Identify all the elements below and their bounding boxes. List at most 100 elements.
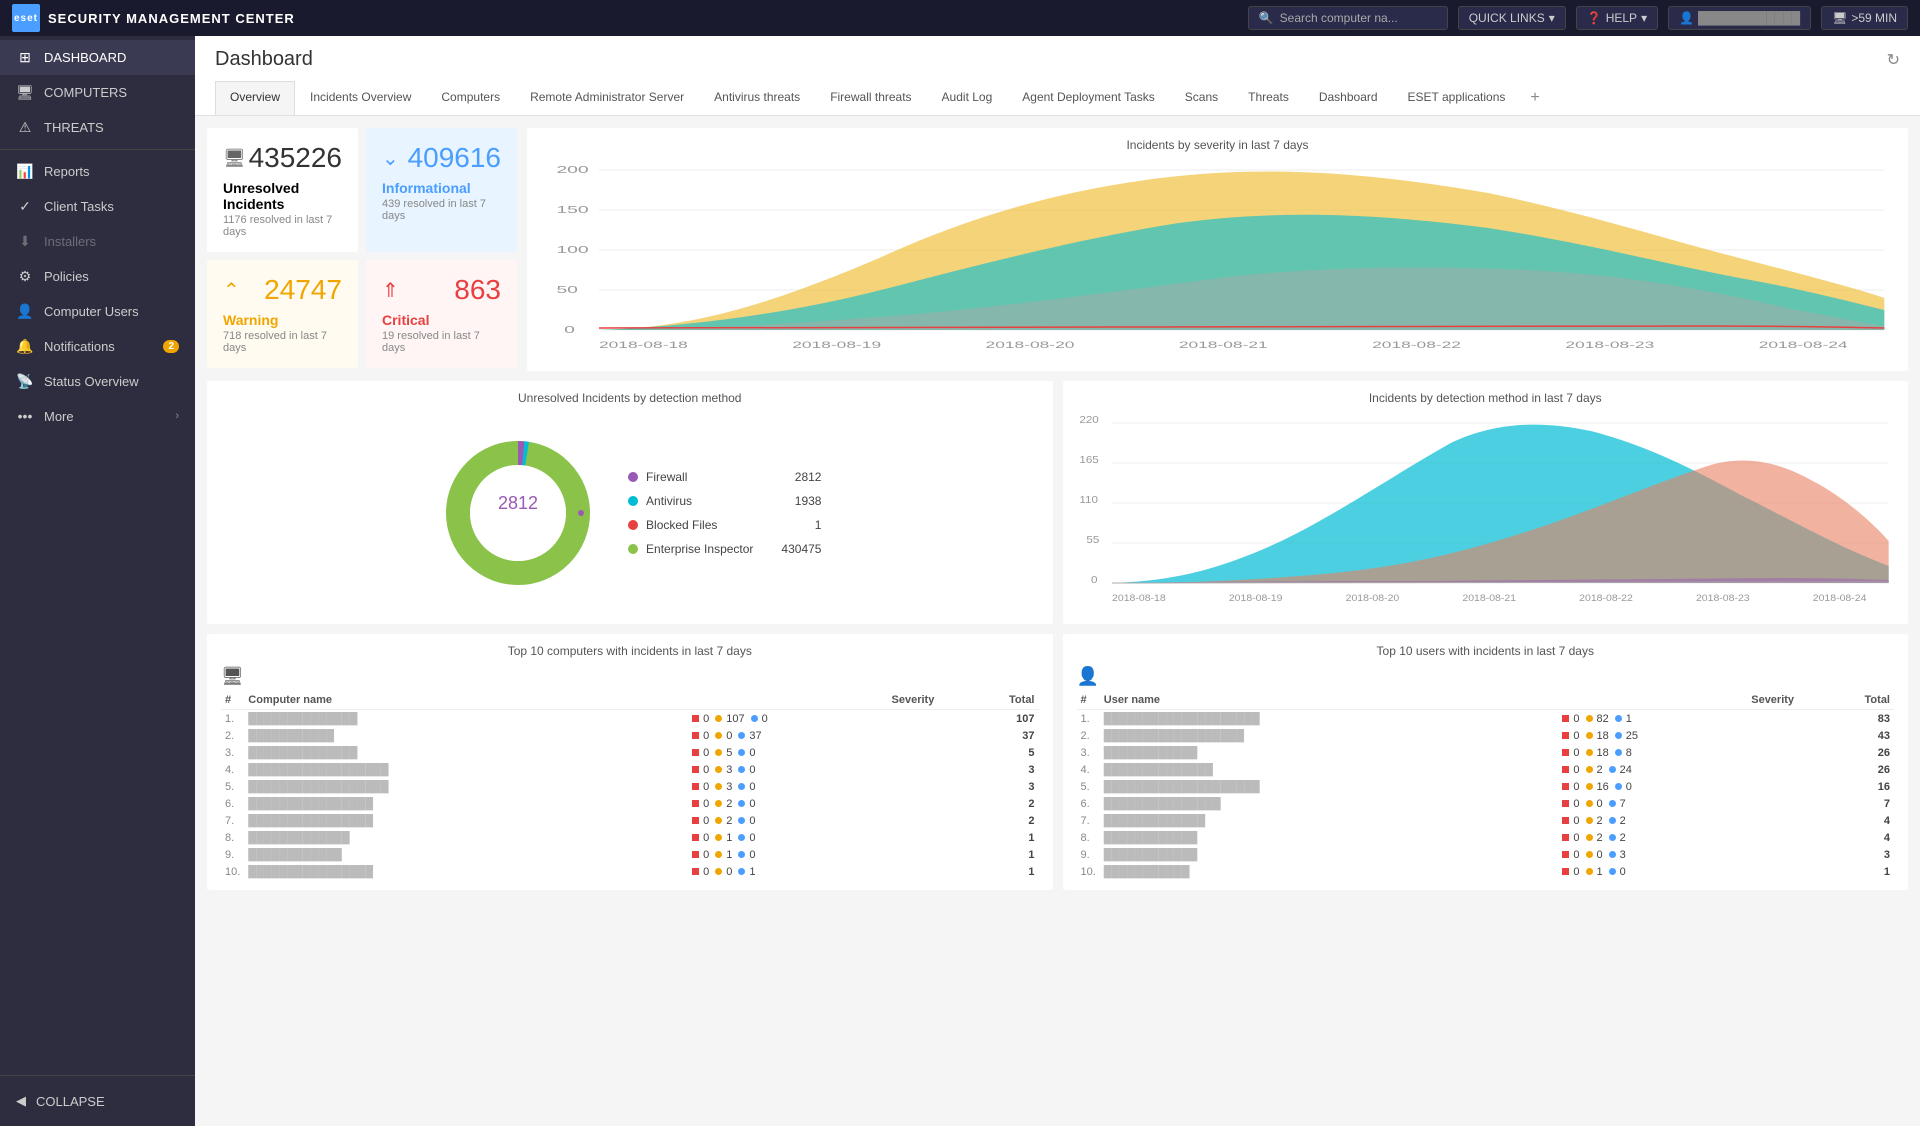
- page-title: Dashboard: [215, 48, 313, 71]
- top-users-panel: Top 10 users with incidents in last 7 da…: [1063, 634, 1909, 890]
- enterprise-inspector-count: 430475: [761, 542, 821, 556]
- sidebar-item-dashboard[interactable]: ⊞ DASHBOARD: [0, 40, 195, 75]
- dashboard-header: Dashboard ↻ Overview Incidents Overview …: [195, 36, 1920, 116]
- user-name: █████████████: [1100, 812, 1559, 829]
- tab-dashboard2[interactable]: Dashboard: [1304, 81, 1393, 115]
- user-name: ████████████: [1100, 829, 1559, 846]
- tab-computers[interactable]: Computers: [426, 81, 515, 115]
- unresolved-label: Unresolved Incidents: [223, 180, 342, 212]
- critical-sublabel: 19 resolved in last 7 days: [382, 330, 501, 354]
- refresh-button[interactable]: ↻: [1887, 50, 1900, 70]
- svg-text:165: 165: [1079, 455, 1098, 466]
- sidebar-item-policies[interactable]: ⚙ Policies: [0, 259, 195, 294]
- tab-incidents-overview[interactable]: Incidents Overview: [295, 81, 426, 115]
- search-box[interactable]: 🔍 Search computer na...: [1248, 6, 1448, 30]
- table-row: 9. ████████████ 0 0 3 3: [1077, 846, 1895, 863]
- tab-antivirus[interactable]: Antivirus threats: [699, 81, 815, 115]
- sidebar-item-client-tasks[interactable]: ✓ Client Tasks: [0, 189, 195, 224]
- severity-cell: 0 18 25: [1558, 727, 1798, 744]
- more-icon: •••: [16, 408, 34, 424]
- computer-table-icon: 🖥: [221, 666, 244, 687]
- tab-agent-deployment[interactable]: Agent Deployment Tasks: [1007, 81, 1170, 115]
- col-num: #: [221, 691, 244, 710]
- svg-text:2018-08-23: 2018-08-23: [1695, 594, 1749, 604]
- total-cell: 43: [1798, 727, 1894, 744]
- computer-name: ███████████: [244, 727, 688, 744]
- table-row: 7. ████████████████ 0 2 0 2: [221, 812, 1039, 829]
- quick-links-button[interactable]: QUICK LINKS ▾: [1458, 6, 1566, 30]
- help-button[interactable]: ❓ HELP ▾: [1576, 6, 1658, 30]
- status-icon: 📡: [16, 373, 34, 390]
- sidebar-item-label: Policies: [44, 269, 89, 284]
- col-total: Total: [938, 691, 1038, 710]
- sidebar-item-computers[interactable]: 🖥 COMPUTERS: [0, 75, 195, 110]
- tab-remote-admin[interactable]: Remote Administrator Server: [515, 81, 699, 115]
- logo-icon: eset: [12, 4, 40, 32]
- row-num: 7.: [1077, 812, 1100, 829]
- tab-firewall[interactable]: Firewall threats: [815, 81, 926, 115]
- severity-cell: 0 1 0: [688, 846, 938, 863]
- tab-scans[interactable]: Scans: [1170, 81, 1233, 115]
- severity-cell: 0 2 24: [1558, 761, 1798, 778]
- sidebar-item-installers[interactable]: ⬇ Installers: [0, 224, 195, 259]
- sidebar-item-status-overview[interactable]: 📡 Status Overview: [0, 364, 195, 399]
- svg-text:2812: 2812: [498, 493, 538, 513]
- add-tab-button[interactable]: +: [1520, 81, 1549, 115]
- total-cell: 3: [938, 761, 1038, 778]
- tab-audit-log[interactable]: Audit Log: [927, 81, 1008, 115]
- tab-overview[interactable]: Overview: [215, 81, 295, 115]
- unresolved-incidents-card: 🖥 435226 Unresolved Incidents 1176 resol…: [207, 128, 358, 252]
- user-button[interactable]: 👤 ████████████: [1668, 6, 1811, 30]
- table-row: 2. ██████████████████ 0 18 25 43: [1077, 727, 1895, 744]
- severity-cell: 0 5 0: [688, 744, 938, 761]
- svg-text:0: 0: [1091, 575, 1097, 586]
- tab-eset-apps[interactable]: ESET applications: [1393, 81, 1521, 115]
- sidebar-item-threats[interactable]: ⚠ THREATS: [0, 110, 195, 145]
- col-user-name: User name: [1100, 691, 1559, 710]
- critical-card: ⇑ 863 Critical 19 resolved in last 7 day…: [366, 260, 517, 368]
- tab-threats[interactable]: Threats: [1233, 81, 1304, 115]
- computer-name: ██████████████: [244, 744, 688, 761]
- table-row: 6. ███████████████ 0 0 7 7: [1077, 795, 1895, 812]
- bottom-row: Top 10 computers with incidents in last …: [207, 634, 1908, 890]
- informational-label: Informational: [382, 180, 501, 196]
- user-name: ██████████████████: [1100, 727, 1559, 744]
- stat-cards: 🖥 435226 Unresolved Incidents 1176 resol…: [207, 128, 517, 371]
- sidebar-item-computer-users[interactable]: 👤 Computer Users: [0, 294, 195, 329]
- svg-text:200: 200: [556, 165, 588, 176]
- donut-chart-svg: 2812: [438, 433, 598, 593]
- svg-text:150: 150: [556, 205, 588, 216]
- row-num: 9.: [1077, 846, 1100, 863]
- critical-icon: ⇑: [382, 278, 399, 303]
- svg-text:2018-08-21: 2018-08-21: [1179, 340, 1268, 350]
- severity-cell: 0 0 7: [1558, 795, 1798, 812]
- notifications-badge: 2: [163, 340, 179, 353]
- col-severity: Severity: [688, 691, 938, 710]
- severity-cell: 0 1 0: [688, 829, 938, 846]
- donut-content: 2812 Firewall 2812: [221, 411, 1039, 614]
- table-row: 3. ████████████ 0 18 8 26: [1077, 744, 1895, 761]
- severity-cell: 0 2 0: [688, 812, 938, 829]
- collapse-button[interactable]: ◀ COLLAPSE: [0, 1084, 195, 1118]
- enterprise-inspector-dot: [628, 544, 638, 554]
- row-num: 3.: [1077, 744, 1100, 761]
- severity-cell: 0 2 0: [688, 795, 938, 812]
- computers-table: # Computer name Severity Total 1. ██████…: [221, 691, 1039, 880]
- sidebar-item-label: Client Tasks: [44, 199, 114, 214]
- svg-text:2018-08-23: 2018-08-23: [1565, 340, 1654, 350]
- sidebar-item-notifications[interactable]: 🔔 Notifications 2: [0, 329, 195, 364]
- table-row: 5. ██████████████████ 0 3 0 3: [221, 778, 1039, 795]
- sidebar-item-more[interactable]: ••• More ›: [0, 399, 195, 433]
- svg-text:2018-08-24: 2018-08-24: [1759, 340, 1848, 350]
- total-cell: 2: [938, 795, 1038, 812]
- sidebar: ⊞ DASHBOARD 🖥 COMPUTERS ⚠ THREATS 📊 Repo…: [0, 36, 195, 1126]
- table-row: 1. ████████████████████ 0 82 1 83: [1077, 710, 1895, 728]
- sidebar-item-reports[interactable]: 📊 Reports: [0, 154, 195, 189]
- sidebar-item-label: Notifications: [44, 339, 115, 354]
- sidebar-item-label: Status Overview: [44, 374, 139, 389]
- severity-cell: 0 1 0: [1558, 863, 1798, 880]
- svg-text:55: 55: [1086, 535, 1099, 546]
- dashboard-icon: ⊞: [16, 49, 34, 66]
- row-num: 4.: [1077, 761, 1100, 778]
- severity-chart-panel: Incidents by severity in last 7 days 200…: [527, 128, 1908, 371]
